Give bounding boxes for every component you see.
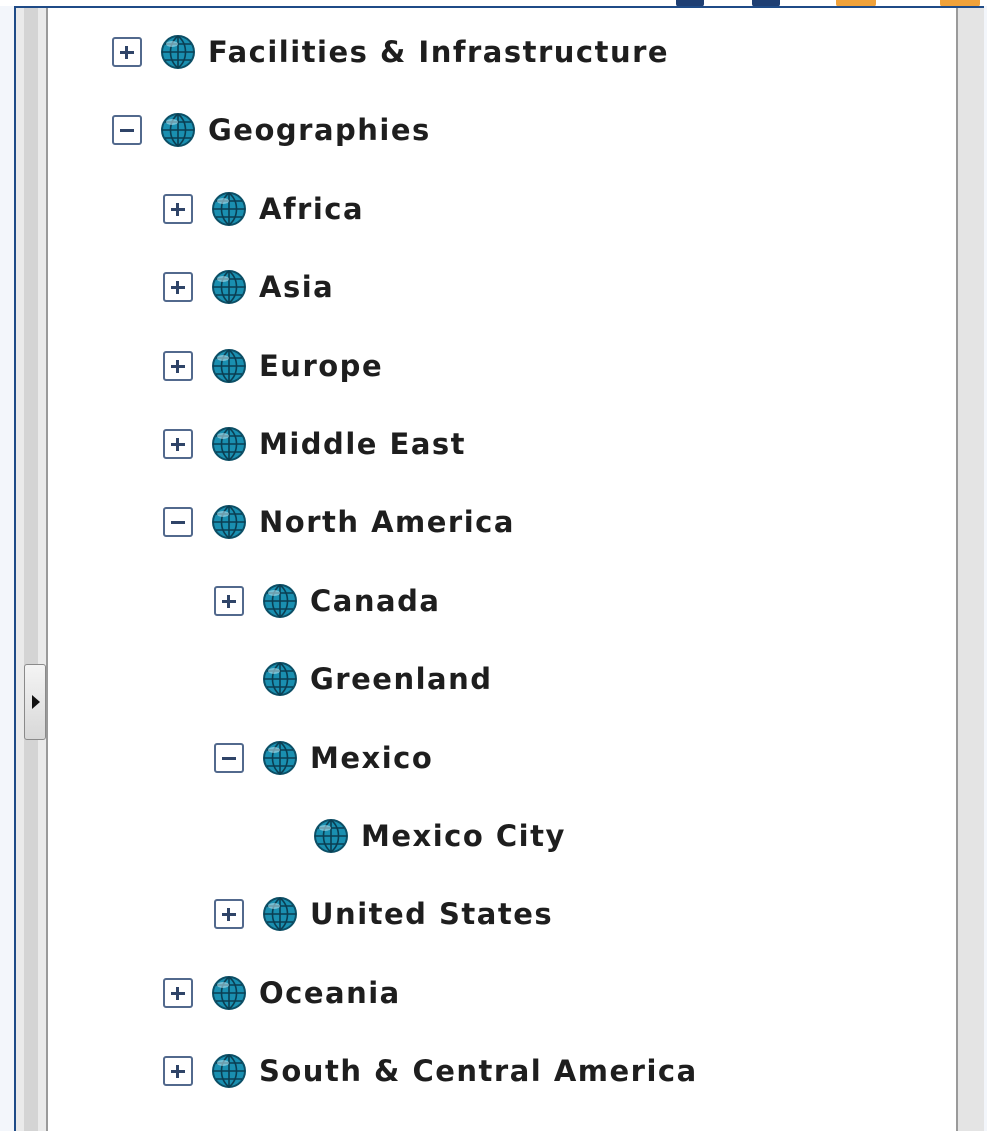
tree-node[interactable]: South & Central America	[163, 1051, 698, 1091]
tree-node-label[interactable]: United States	[310, 897, 553, 931]
toggle-spacer	[265, 821, 295, 851]
expand-toggle-icon[interactable]	[112, 37, 142, 67]
expand-toggle-icon[interactable]	[163, 1056, 193, 1086]
globe-icon	[212, 349, 246, 383]
tree-node-label[interactable]: Mexico	[310, 741, 433, 775]
tree-node-label[interactable]: Canada	[310, 584, 440, 618]
globe-icon	[212, 976, 246, 1010]
vertical-scrollbar[interactable]	[956, 8, 984, 1131]
collapse-panel-handle[interactable]	[24, 664, 46, 740]
tree-node-label[interactable]: Europe	[259, 349, 383, 383]
globe-icon	[212, 270, 246, 304]
tree-node[interactable]: United States	[214, 894, 553, 934]
tree-node-label[interactable]: Oceania	[259, 976, 401, 1010]
collapse-toggle-icon[interactable]	[214, 743, 244, 773]
globe-icon	[263, 662, 297, 696]
tree-node[interactable]: Mexico City	[265, 816, 566, 856]
expand-toggle-icon[interactable]	[163, 978, 193, 1008]
tree-node[interactable]: Mexico	[214, 738, 433, 778]
left-rail	[16, 8, 48, 1131]
expand-toggle-icon[interactable]	[163, 194, 193, 224]
tree-node[interactable]: Oceania	[163, 973, 401, 1013]
tree-node-label[interactable]: Facilities & Infrastructure	[208, 35, 669, 69]
expand-toggle-icon[interactable]	[163, 429, 193, 459]
globe-icon	[263, 584, 297, 618]
tree-node[interactable]: Facilities & Infrastructure	[112, 32, 669, 72]
tree-node-label[interactable]: Africa	[259, 192, 364, 226]
toggle-spacer	[214, 664, 244, 694]
tree-node-label[interactable]: Geographies	[208, 113, 431, 147]
tree-node[interactable]: Africa	[163, 189, 364, 229]
tree-panel: Facilities & Infrastructure Geographies Af…	[14, 6, 984, 1131]
globe-icon	[161, 113, 195, 147]
expand-toggle-icon[interactable]	[163, 351, 193, 381]
globe-icon	[212, 427, 246, 461]
tree-node[interactable]: Geographies	[112, 110, 431, 150]
tree-node[interactable]: Europe	[163, 346, 383, 386]
globe-icon	[212, 1054, 246, 1088]
tree-node-label[interactable]: Mexico City	[361, 819, 566, 853]
tree-node[interactable]: Middle East	[163, 424, 466, 464]
globe-icon	[263, 741, 297, 775]
tree-node-label[interactable]: South & Central America	[259, 1054, 698, 1088]
tree-node[interactable]: Asia	[163, 267, 334, 307]
globe-icon	[314, 819, 348, 853]
globe-icon	[212, 192, 246, 226]
globe-icon	[212, 505, 246, 539]
triangle-right-icon	[32, 695, 40, 709]
expand-toggle-icon[interactable]	[163, 272, 193, 302]
collapse-toggle-icon[interactable]	[112, 115, 142, 145]
expand-toggle-icon[interactable]	[214, 586, 244, 616]
expand-toggle-icon[interactable]	[214, 899, 244, 929]
tree-node[interactable]: Greenland	[214, 659, 493, 699]
globe-icon	[263, 897, 297, 931]
tree-node-label[interactable]: Middle East	[259, 427, 466, 461]
collapse-toggle-icon[interactable]	[163, 507, 193, 537]
tree-node-label[interactable]: Greenland	[310, 662, 493, 696]
tree-node-label[interactable]: Asia	[259, 270, 334, 304]
tree-node-label[interactable]: North America	[259, 505, 515, 539]
tree-node[interactable]: Canada	[214, 581, 440, 621]
globe-icon	[161, 35, 195, 69]
tree-node[interactable]: North America	[163, 502, 515, 542]
left-rail-track	[24, 8, 38, 1131]
